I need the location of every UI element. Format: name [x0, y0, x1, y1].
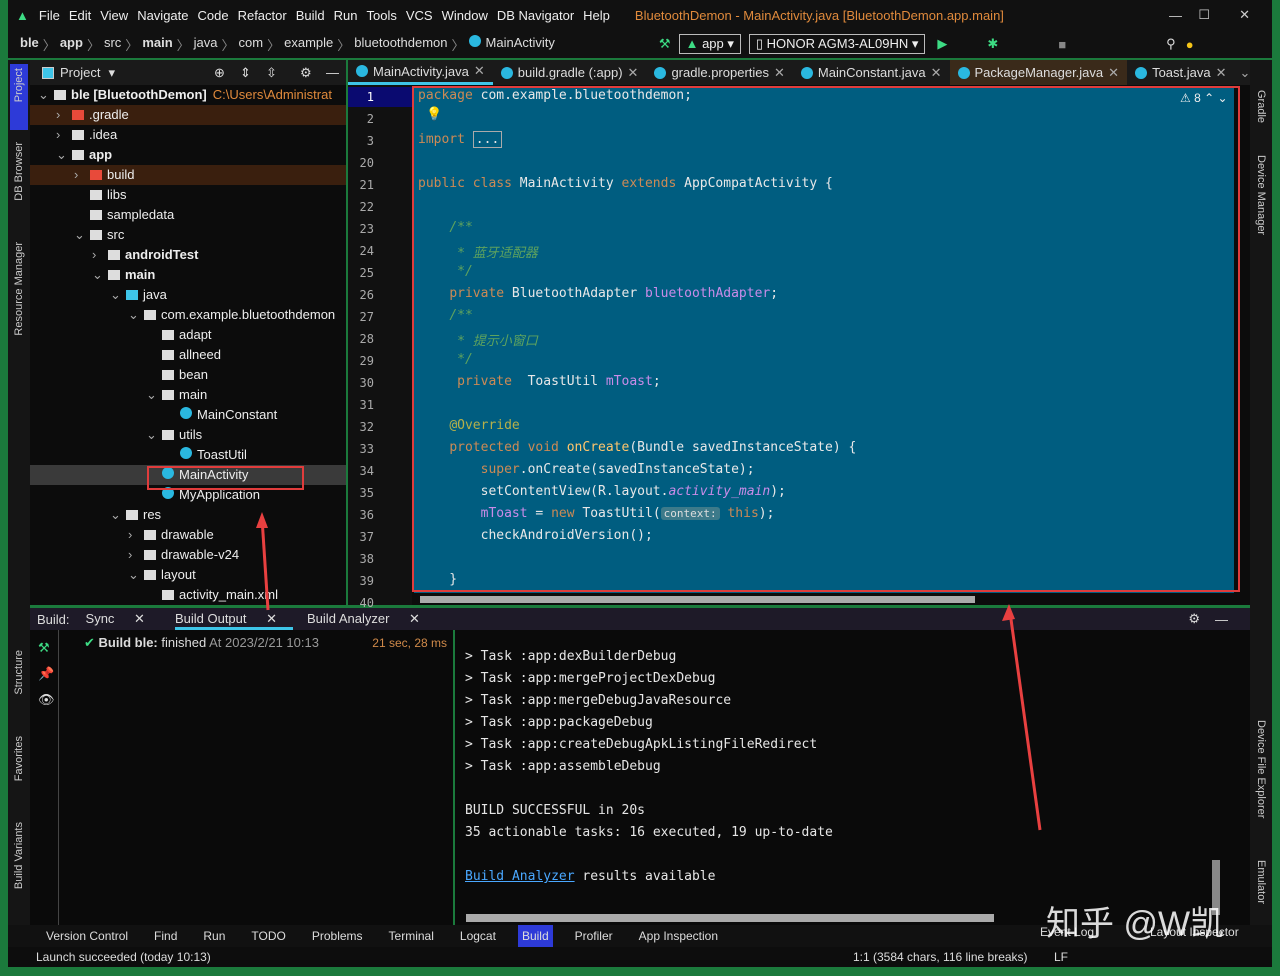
arrow-to-editor [1008, 611, 1042, 831]
arrow-to-mainactivity [260, 517, 270, 611]
annotation-arrows [147, 466, 1042, 831]
highlight-mainactivity [147, 466, 304, 490]
